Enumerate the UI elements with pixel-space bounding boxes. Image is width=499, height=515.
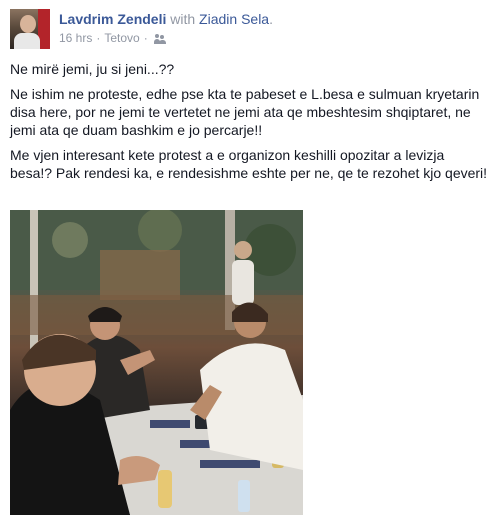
avatar-face: [20, 15, 36, 33]
avatar-shirt: [14, 33, 40, 49]
post-meta: 16 hrs · Tetovo ·: [59, 31, 489, 46]
names-period: .: [269, 11, 273, 27]
post-paragraph-2: Ne ishim ne proteste, edhe pse kta te pa…: [10, 86, 480, 138]
post-timestamp[interactable]: 16 hrs: [59, 31, 92, 46]
post-photo[interactable]: [10, 210, 303, 515]
with-label: with: [170, 11, 196, 27]
post-names: Lavdrim Zendeli with Ziadin Sela.: [59, 10, 489, 28]
facebook-post: Lavdrim Zendeli with Ziadin Sela. 16 hrs…: [0, 0, 499, 515]
tagged-user-link[interactable]: Ziadin Sela: [199, 11, 269, 27]
post-text: Ne mirë jemi, ju si jeni...?? Ne ishim n…: [10, 60, 490, 189]
post-paragraph-3: Me vjen interesant kete protest a e orga…: [10, 147, 488, 181]
photo-illustration: [10, 210, 303, 515]
post-location[interactable]: Tetovo: [104, 31, 139, 46]
friends-icon[interactable]: [153, 33, 166, 44]
post-paragraph-1: Ne mirë jemi, ju si jeni...??: [10, 61, 175, 77]
meta-separator-2: ·: [143, 31, 148, 45]
meta-separator: ·: [96, 31, 101, 45]
author-avatar[interactable]: [10, 9, 50, 49]
author-name-link[interactable]: Lavdrim Zendeli: [59, 11, 166, 27]
post-header: Lavdrim Zendeli with Ziadin Sela. 16 hrs…: [59, 10, 489, 46]
